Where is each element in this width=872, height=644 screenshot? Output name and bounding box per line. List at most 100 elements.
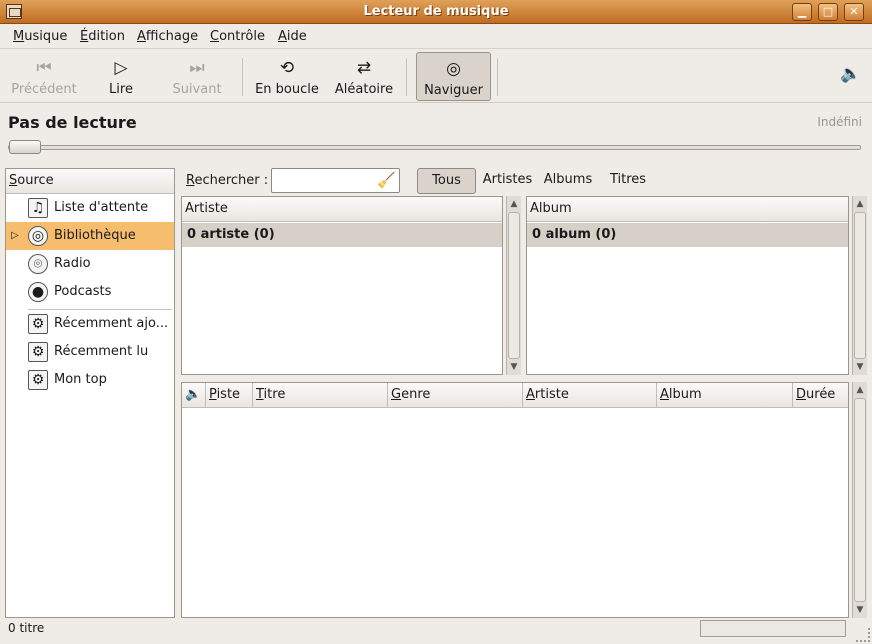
seek-handle[interactable]	[9, 140, 41, 154]
source-item-label: Radio	[54, 256, 91, 271]
source-item-recently-added[interactable]: ⚙ Récemment ajo...	[6, 310, 174, 338]
play-label: Lire	[109, 82, 133, 97]
source-item-label: Mon top	[54, 372, 107, 387]
scrollbar-trough[interactable]	[854, 398, 866, 602]
window-title: Lecteur de musique	[363, 4, 509, 19]
menu-musique[interactable]: Musique	[13, 29, 67, 44]
scroll-down-arrow-icon[interactable]: ▼	[853, 360, 867, 374]
toolbar-separator	[497, 58, 498, 96]
next-label: Suivant	[172, 82, 222, 97]
scroll-down-arrow-icon[interactable]: ▼	[507, 360, 521, 374]
source-item-library[interactable]: ▷ ◎ Bibliothèque	[6, 222, 174, 250]
menu-controle[interactable]: Contrôle	[210, 29, 265, 44]
column-header-artist[interactable]: Artiste	[182, 197, 502, 222]
play-button[interactable]: ▷ Lire	[94, 52, 148, 101]
repeat-label: En boucle	[255, 82, 319, 97]
browse-button[interactable]: ◎ Naviguer	[416, 52, 491, 101]
search-box[interactable]: 🧹	[271, 168, 400, 193]
playlist-icon: ♫	[28, 198, 48, 218]
smart-playlist-icon: ⚙	[28, 370, 48, 390]
next-button[interactable]: ⏭ Suivant	[164, 52, 230, 101]
source-item-label: Liste d'attente	[54, 200, 149, 215]
filter-artists-button[interactable]: Artistes	[480, 168, 535, 194]
shuffle-label: Aléatoire	[334, 82, 394, 97]
search-label: Rechercher :	[186, 173, 269, 188]
column-header-duration[interactable]: Durée	[793, 383, 848, 408]
clear-broom-icon[interactable]: 🧹	[377, 171, 396, 189]
column-header-genre[interactable]: Genre	[388, 383, 523, 408]
previous-label: Précédent	[11, 82, 77, 97]
skip-back-icon: ⏮	[36, 58, 52, 78]
minimize-button[interactable]: ▁	[792, 3, 812, 21]
repeat-button[interactable]: ⟲ En boucle	[252, 52, 322, 101]
source-item-top[interactable]: ⚙ Mon top	[6, 366, 174, 394]
duration-label: Indéfini	[817, 115, 862, 129]
source-list: Source ♫ Liste d'attente ▷ ◎ Bibliothèqu…	[5, 168, 175, 618]
source-item-label: Récemment ajo...	[54, 316, 169, 331]
shuffle-icon: ⇄	[356, 58, 372, 78]
filter-titles-button[interactable]: Titres	[606, 168, 650, 194]
scroll-up-arrow-icon[interactable]: ▲	[853, 197, 867, 211]
column-header-title[interactable]: Titre	[253, 383, 388, 408]
artist-browser: Artiste 0 artiste (0)	[181, 196, 503, 375]
browse-label: Naviguer	[424, 83, 483, 98]
scrollbar-trough[interactable]	[854, 212, 866, 359]
browse-disc-icon: ◎	[446, 59, 461, 79]
source-item-radio[interactable]: ⌾ Radio	[6, 250, 174, 278]
menu-bar: Musique Édition Affichage Contrôle Aide	[0, 25, 872, 49]
toolbar-separator	[406, 58, 407, 96]
podcast-icon: ●	[28, 282, 48, 302]
album-row-all[interactable]: 0 album (0)	[527, 223, 848, 247]
album-browser: Album 0 album (0)	[526, 196, 849, 375]
speaker-icon: 🔈	[185, 387, 202, 402]
column-header-album[interactable]: Album	[657, 383, 793, 408]
repeat-icon: ⟲	[279, 58, 295, 78]
previous-button[interactable]: ⏮ Précédent	[6, 52, 82, 101]
play-icon: ▷	[114, 58, 128, 78]
speaker-icon: 🔈	[840, 64, 862, 84]
filter-albums-button[interactable]: Albums	[540, 168, 596, 194]
column-header-artist[interactable]: Artiste	[523, 383, 657, 408]
artist-scrollbar[interactable]: ▲ ▼	[506, 196, 521, 375]
source-item-label: Bibliothèque	[54, 228, 136, 243]
volume-button[interactable]: 🔈	[838, 64, 864, 88]
scroll-up-arrow-icon[interactable]: ▲	[853, 383, 867, 397]
expander-arrow-icon[interactable]: ▷	[11, 222, 19, 250]
source-item-podcasts[interactable]: ● Podcasts	[6, 278, 174, 306]
column-header-track[interactable]: Piste	[206, 383, 253, 408]
now-playing-title: Pas de lecture	[8, 113, 137, 132]
radio-icon: ⌾	[28, 254, 48, 274]
source-item-queue[interactable]: ♫ Liste d'attente	[6, 194, 174, 222]
maximize-button[interactable]: □	[818, 3, 838, 21]
scrollbar-trough[interactable]	[508, 212, 520, 359]
seek-slider[interactable]	[8, 140, 861, 154]
source-header[interactable]: Source	[6, 169, 174, 194]
track-scrollbar[interactable]: ▲ ▼	[852, 382, 867, 618]
status-text: 0 titre	[8, 621, 45, 635]
status-progress-bar	[700, 620, 846, 637]
menu-aide[interactable]: Aide	[278, 29, 307, 44]
menu-affichage[interactable]: Affichage	[137, 29, 198, 44]
close-button[interactable]: ✕	[844, 3, 864, 21]
toolbar: ⏮ Précédent ▷ Lire ⏭ Suivant ⟲ En boucle…	[0, 50, 872, 103]
menu-edition[interactable]: Édition	[80, 29, 125, 44]
shuffle-button[interactable]: ⇄ Aléatoire	[332, 52, 396, 101]
source-item-recently-played[interactable]: ⚙ Récemment lu	[6, 338, 174, 366]
track-list: 🔈 Piste Titre Genre Artiste Album Durée	[181, 382, 849, 618]
title-bar[interactable]: Lecteur de musique ▁ □ ✕	[0, 0, 872, 24]
source-item-label: Récemment lu	[54, 344, 149, 359]
artist-row-all[interactable]: 0 artiste (0)	[182, 223, 502, 247]
smart-playlist-icon: ⚙	[28, 314, 48, 334]
smart-playlist-icon: ⚙	[28, 342, 48, 362]
scroll-up-arrow-icon[interactable]: ▲	[507, 197, 521, 211]
library-icon: ◎	[28, 226, 48, 246]
scroll-down-arrow-icon[interactable]: ▼	[853, 603, 867, 617]
filter-all-button[interactable]: Tous	[417, 168, 476, 194]
search-input[interactable]	[274, 170, 378, 191]
resize-grip[interactable]	[856, 628, 870, 642]
skip-forward-icon: ⏭	[189, 58, 205, 78]
column-header-playing[interactable]: 🔈	[182, 383, 206, 408]
album-scrollbar[interactable]: ▲ ▼	[852, 196, 867, 375]
toolbar-separator	[242, 58, 243, 96]
column-header-album[interactable]: Album	[527, 197, 848, 222]
